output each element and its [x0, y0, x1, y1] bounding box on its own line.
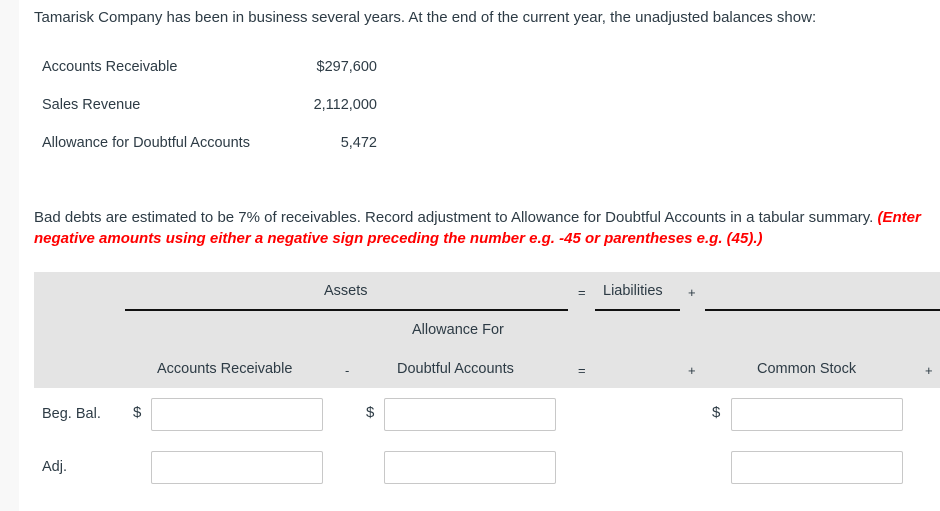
dollar-sign: $	[712, 404, 721, 421]
balance-label: Sales Revenue	[42, 97, 141, 113]
adj-common-stock-input[interactable]	[731, 451, 903, 484]
col-common-stock: Common Stock	[757, 361, 857, 377]
equals-sign: =	[578, 363, 586, 378]
balance-label: Accounts Receivable	[42, 59, 178, 75]
balance-label: Allowance for Doubtful Accounts	[42, 135, 250, 151]
minus-sign: -	[345, 363, 350, 378]
beg-bal-accounts-receivable-input[interactable]	[151, 398, 323, 431]
tabular-summary-header: Assets = Liabilities + Allowance For Acc…	[34, 272, 940, 388]
equals-sign: =	[578, 285, 586, 300]
plus-sign: +	[688, 363, 696, 378]
row-label-beg-bal: Beg. Bal.	[42, 406, 101, 422]
balance-value: $297,600	[316, 59, 377, 75]
equity-underline	[705, 309, 940, 311]
plus-sign: +	[688, 285, 696, 300]
dollar-sign: $	[133, 404, 142, 421]
balance-value: 2,112,000	[313, 97, 377, 113]
dollar-sign: $	[366, 404, 375, 421]
liabilities-underline	[595, 309, 680, 311]
instruction-note: (Enter	[877, 209, 921, 226]
beg-bal-allowance-input[interactable]	[384, 398, 556, 431]
plus-sign: +	[925, 363, 933, 378]
adj-accounts-receivable-input[interactable]	[151, 451, 323, 484]
assets-underline	[125, 309, 568, 311]
adj-allowance-input[interactable]	[384, 451, 556, 484]
group-liabilities: Liabilities	[603, 283, 663, 299]
row-label-adj: Adj.	[42, 459, 67, 475]
col-accounts-receivable: Accounts Receivable	[157, 361, 293, 377]
balance-value: 5,472	[340, 135, 377, 151]
instruction-text: Bad debts are estimated to be 7% of rece…	[34, 209, 878, 226]
problem-intro: Tamarisk Company has been in business se…	[34, 9, 817, 26]
group-assets: Assets	[324, 283, 368, 299]
left-gutter	[0, 0, 19, 511]
instruction-note-cont: negative amounts using either a negative…	[34, 230, 763, 247]
col-allowance-line1: Allowance For	[412, 322, 504, 338]
col-allowance-line2: Doubtful Accounts	[397, 361, 514, 377]
beg-bal-common-stock-input[interactable]	[731, 398, 903, 431]
instructions: Bad debts are estimated to be 7% of rece…	[34, 207, 921, 249]
